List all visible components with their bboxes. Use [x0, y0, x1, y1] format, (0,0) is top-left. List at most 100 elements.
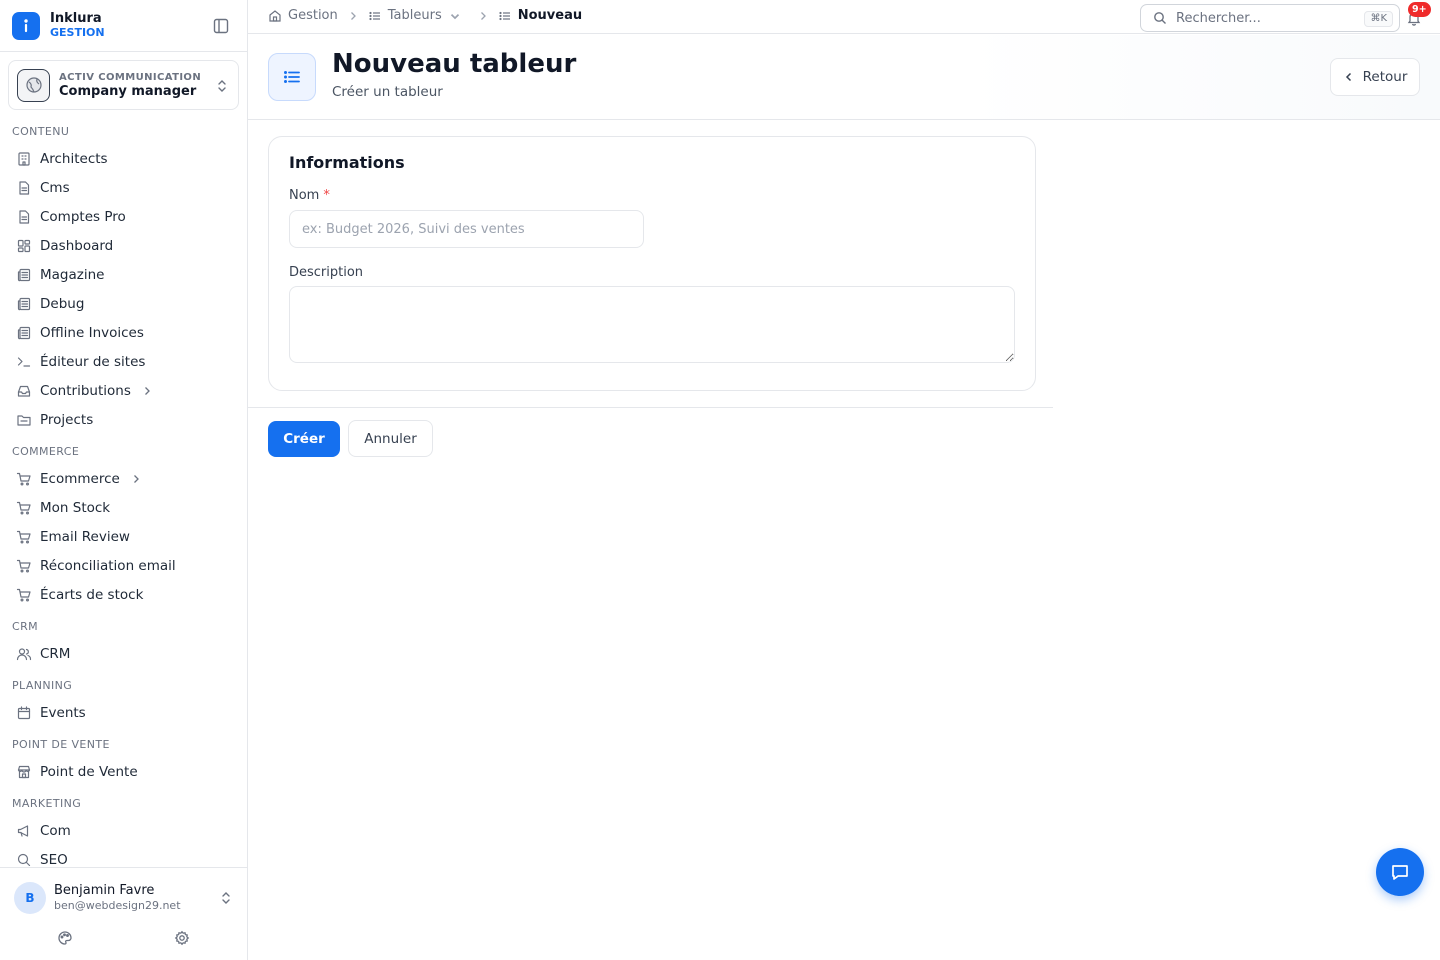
cart-icon	[16, 472, 31, 486]
chevron-down-icon	[450, 13, 459, 19]
info-icon	[12, 12, 40, 40]
sidebar: Inklura GESTION ACTIV COMMUNICATION Comp…	[0, 0, 248, 960]
inbox-icon	[17, 385, 31, 397]
grid-icon	[17, 239, 31, 252]
sidebar-item-label: Réconciliation email	[40, 557, 176, 574]
gear-icon[interactable]	[174, 930, 190, 946]
sidebar-item[interactable]: Events	[0, 698, 247, 727]
sidebar-item[interactable]: Architects	[0, 144, 247, 173]
brand-name: Inklura	[50, 11, 102, 26]
sidebar-item-label: Cms	[40, 179, 70, 196]
sidebar-item-label: CRM	[40, 645, 71, 662]
sidebar-item[interactable]: Point de Vente	[0, 757, 247, 786]
divider	[248, 407, 1053, 408]
sidebar-item[interactable]: Projects	[0, 405, 247, 434]
palette-icon[interactable]	[57, 930, 73, 946]
sidebar-item[interactable]: SEO	[0, 845, 247, 866]
cart-icon	[16, 559, 31, 573]
breadcrumb: Gestion Tableurs Nouveau	[268, 8, 582, 23]
name-field[interactable]	[289, 210, 644, 248]
card-title: Informations	[289, 153, 405, 172]
brand[interactable]: Inklura GESTION	[12, 10, 105, 42]
description-label: Description	[289, 265, 364, 280]
sidebar-item-label: Projects	[40, 411, 94, 428]
sidebar-item-label: SEO	[40, 851, 68, 867]
sidebar-item-label: Ecommerce	[40, 470, 120, 487]
sidebar-item[interactable]: Comptes Pro	[0, 202, 247, 231]
sidebar-item[interactable]: Magazine	[0, 260, 247, 289]
sidebar-item[interactable]: Dashboard	[0, 231, 247, 260]
chevron-left-icon	[1345, 72, 1351, 82]
sidebar-item[interactable]: Écarts de stock	[0, 580, 247, 609]
sidebar-item-label: Comptes Pro	[40, 208, 126, 225]
folder-icon	[17, 414, 31, 426]
cart-icon	[16, 501, 31, 515]
informations-card: Informations Nom* Description	[268, 136, 1036, 391]
sidebar-item[interactable]: Email Review	[0, 522, 247, 551]
sidebar-item[interactable]: CRM	[0, 639, 247, 668]
page-title: Nouveau tableur	[332, 49, 577, 79]
chat-icon[interactable]	[1376, 848, 1424, 896]
chevron-right-icon	[133, 474, 139, 483]
sidebar-item-label: Magazine	[40, 266, 105, 283]
cart-icon	[16, 530, 31, 544]
avatar: B	[14, 882, 46, 914]
list-icon	[268, 53, 316, 101]
cancel-button[interactable]: Annuler	[348, 420, 433, 457]
globe-icon	[17, 68, 50, 102]
sidebar-item[interactable]: Éditeur de sites	[0, 347, 247, 376]
sidebar-item-label: Offline Invoices	[40, 324, 144, 341]
create-button[interactable]: Créer	[268, 421, 340, 457]
sidebar-item-label: Écarts de stock	[40, 586, 144, 603]
breadcrumb-current: Nouveau	[498, 8, 582, 23]
sidebar-section-title: POINT DE VENTE	[12, 738, 110, 751]
breadcrumb-parent-label: Tableurs	[387, 8, 442, 23]
sidebar-item[interactable]: Contributions	[0, 376, 247, 405]
breadcrumb-parent[interactable]: Tableurs	[368, 8, 468, 23]
back-button-label: Retour	[1362, 69, 1408, 85]
file-icon	[19, 209, 30, 224]
sidebar-item-label: Debug	[40, 295, 85, 312]
sidebar-item[interactable]: Com	[0, 816, 247, 845]
breadcrumb-root[interactable]: Gestion	[268, 8, 338, 23]
sidebar-section-title: MARKETING	[12, 797, 82, 810]
sidebar-item[interactable]: Offline Invoices	[0, 318, 247, 347]
sidebar-item-label: Architects	[40, 150, 108, 167]
chevron-right-icon	[350, 11, 356, 20]
newspaper-icon	[17, 268, 31, 281]
sidebar-item-label: Dashboard	[40, 237, 114, 254]
file-icon	[19, 180, 30, 195]
sidebar-toggle-icon[interactable]	[212, 17, 230, 35]
sidebar-section-title: CONTENU	[12, 125, 70, 138]
back-button[interactable]: Retour	[1330, 58, 1420, 96]
sidebar-section-title: COMMERCE	[12, 445, 80, 458]
organization-name: Company manager	[59, 84, 197, 99]
cart-icon	[16, 588, 31, 602]
page-subtitle: Créer un tableur	[332, 84, 443, 100]
list-icon	[369, 11, 380, 20]
list-icon	[499, 11, 510, 20]
search-input[interactable]: Rechercher... ⌘K	[1140, 4, 1400, 32]
sidebar-item-label: Mon Stock	[40, 499, 111, 516]
sidebar-item[interactable]: Ecommerce	[0, 464, 247, 493]
user-menu[interactable]: B Benjamin Favre ben@webdesign29.net	[14, 881, 236, 915]
home-icon	[269, 9, 281, 22]
sidebar-item[interactable]: Mon Stock	[0, 493, 247, 522]
sidebar-item[interactable]: Debug	[0, 289, 247, 318]
page-header: Nouveau tableur Créer un tableur Retour	[248, 35, 1440, 120]
sidebar-item[interactable]: Réconciliation email	[0, 551, 247, 580]
chevron-right-icon	[144, 386, 150, 395]
chevron-up-down-icon	[216, 78, 228, 98]
newspaper-icon	[17, 297, 31, 310]
sidebar-item[interactable]: Cms	[0, 173, 247, 202]
name-label: Nom *	[289, 188, 330, 203]
divider	[0, 51, 247, 52]
sidebar-item-label: Contributions	[40, 382, 131, 399]
chevron-up-down-icon	[220, 890, 232, 910]
organization-switcher[interactable]: ACTIV COMMUNICATION Company manager	[8, 60, 239, 110]
user-name: Benjamin Favre	[54, 883, 155, 898]
sidebar-section-title: CRM	[12, 620, 39, 633]
description-field[interactable]	[289, 286, 1015, 363]
brand-subtitle: GESTION	[50, 26, 105, 39]
terminal-icon	[17, 356, 31, 367]
